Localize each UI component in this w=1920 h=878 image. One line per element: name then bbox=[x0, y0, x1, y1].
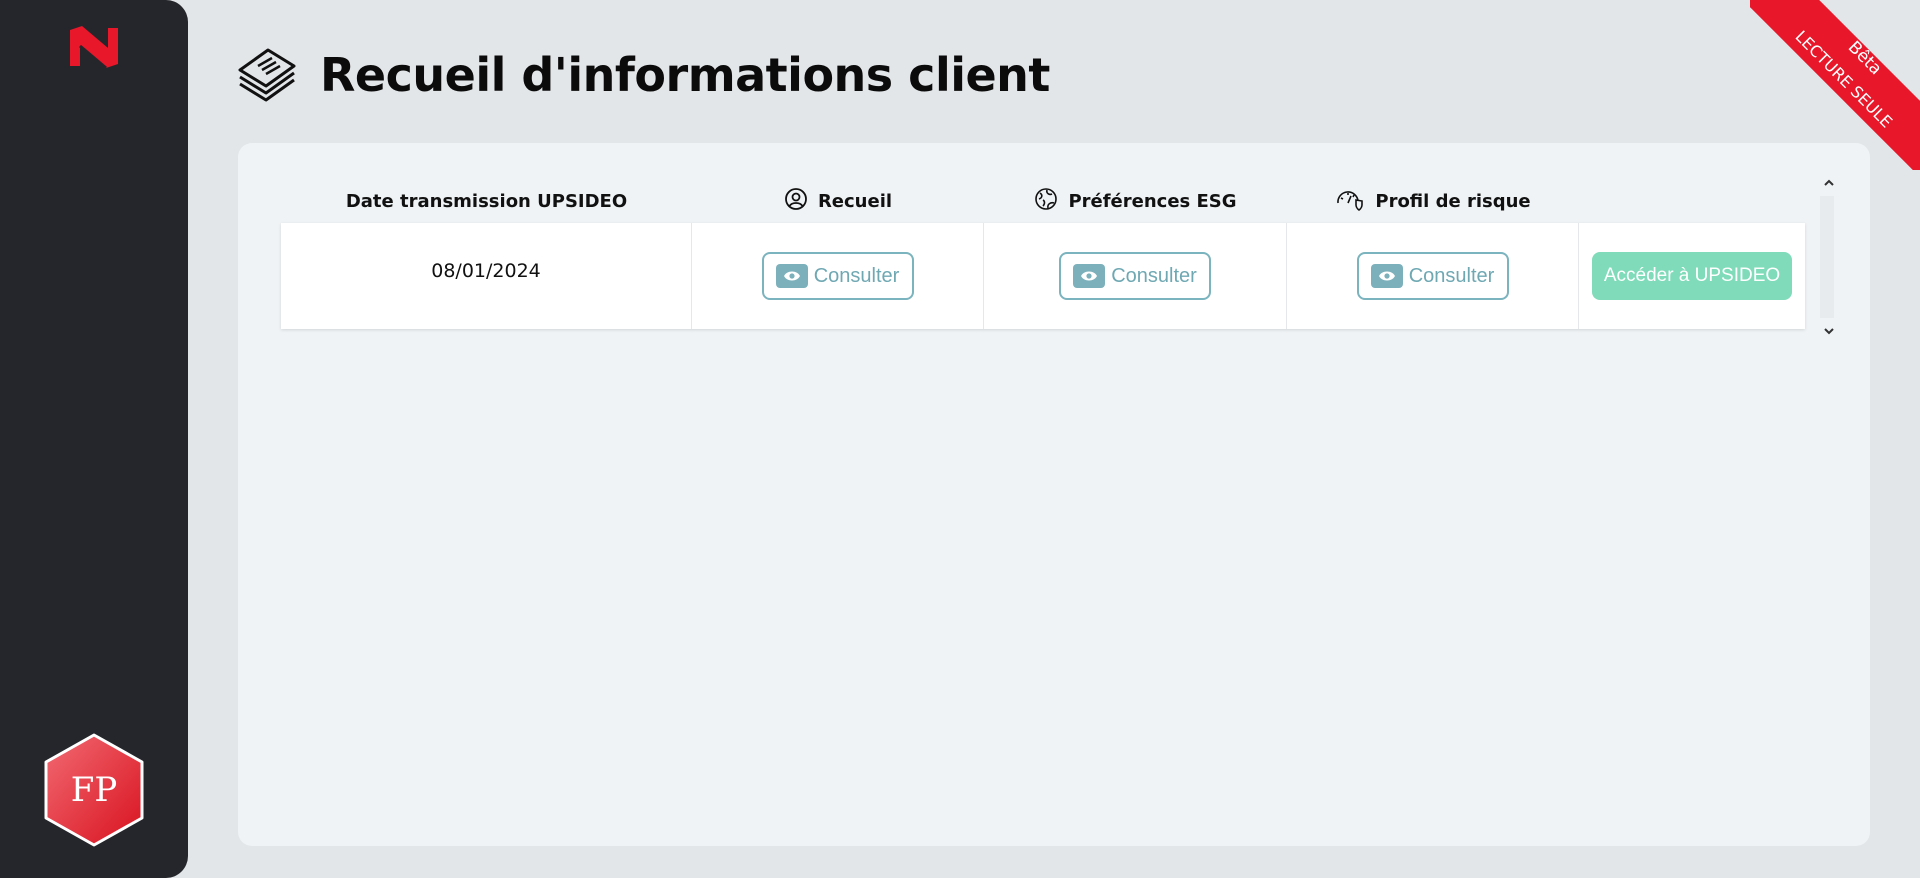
date-cell: 08/01/2024 bbox=[281, 223, 692, 329]
table-row: 08/01/2024 Consulter Consulter Consulter… bbox=[281, 223, 1805, 329]
avatar[interactable]: FP bbox=[42, 732, 146, 848]
sidebar: FP bbox=[0, 0, 188, 878]
chevron-up-icon[interactable] bbox=[1820, 174, 1838, 192]
consult-esg-button[interactable]: Consulter bbox=[1059, 252, 1211, 300]
eye-icon bbox=[1370, 264, 1403, 288]
esg-cell: Consulter bbox=[984, 223, 1287, 329]
risk-cell: Consulter bbox=[1287, 223, 1579, 329]
gauge-shield-icon bbox=[1335, 187, 1375, 216]
column-header-esg: Préférences ESG bbox=[984, 187, 1287, 216]
eye-icon bbox=[775, 264, 808, 288]
transmission-date: 08/01/2024 bbox=[431, 260, 541, 282]
upsideo-cell: Accéder à UPSIDEO bbox=[1579, 223, 1805, 329]
eye-icon bbox=[1073, 264, 1106, 288]
scrollbar-track[interactable] bbox=[1820, 196, 1834, 318]
consult-risk-button[interactable]: Consulter bbox=[1356, 252, 1509, 300]
chevron-down-icon[interactable] bbox=[1820, 322, 1838, 340]
stack-of-papers-icon bbox=[236, 44, 298, 106]
user-circle-icon bbox=[784, 187, 818, 216]
avatar-initials: FP bbox=[70, 770, 118, 810]
access-upsideo-button[interactable]: Accéder à UPSIDEO bbox=[1592, 252, 1792, 300]
nb-logo-icon[interactable] bbox=[66, 24, 122, 72]
page-header: Recueil d'informations client bbox=[236, 44, 1050, 106]
globe-leaf-icon bbox=[1034, 187, 1068, 216]
page-title: Recueil d'informations client bbox=[320, 48, 1050, 102]
column-header-date: Date transmission UPSIDEO bbox=[345, 190, 628, 212]
table-header-row: Date transmission UPSIDEO Recueil Préfér… bbox=[281, 180, 1805, 222]
recueil-cell: Consulter bbox=[692, 223, 984, 329]
column-header-recueil: Recueil bbox=[692, 187, 984, 216]
consult-recueil-button[interactable]: Consulter bbox=[761, 252, 914, 300]
column-header-risk: Profil de risque bbox=[1287, 187, 1579, 216]
